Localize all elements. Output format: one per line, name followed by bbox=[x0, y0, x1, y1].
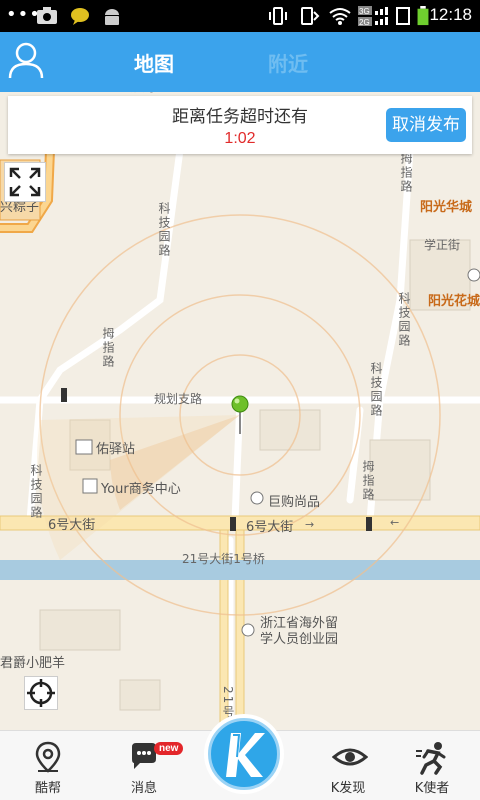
k-logo-glyph bbox=[226, 733, 265, 777]
map-label-road: 拇指路 bbox=[399, 152, 413, 194]
map-pin-icon bbox=[35, 741, 61, 773]
expand-icon bbox=[9, 167, 41, 197]
runner-icon bbox=[416, 742, 446, 775]
cancel-publish-button[interactable]: 取消发布 bbox=[386, 108, 466, 142]
map-label-poi: 阳光花城 bbox=[428, 294, 480, 309]
map-label-road: 规划支路 bbox=[154, 392, 203, 406]
nav-item-kubang[interactable]: 酷帮 bbox=[8, 731, 88, 800]
chat-bubble-icon bbox=[71, 8, 89, 25]
nav-label: K使者 bbox=[414, 781, 450, 796]
map-label-road: 拇指路 bbox=[361, 460, 375, 502]
crosshair-icon bbox=[27, 679, 55, 707]
wifi-icon bbox=[329, 8, 351, 25]
map-label-road: 拇指路 bbox=[101, 327, 115, 369]
nav-item-discover[interactable]: K发现 bbox=[308, 731, 388, 800]
map-view[interactable]: → ← 规划 科技园路 拇指路 拇指路 科技园路 科技园路 拇指路 科技园路 规… bbox=[0, 92, 480, 730]
signal-3g-icon: 3G2G bbox=[358, 6, 388, 26]
tab-nearby[interactable]: 附近 bbox=[268, 48, 308, 77]
profile-icon[interactable] bbox=[8, 40, 44, 80]
map-label-poi: 阳光华城 bbox=[420, 200, 473, 215]
fullscreen-button[interactable] bbox=[4, 162, 46, 202]
tab-map[interactable]: 地图 bbox=[134, 48, 174, 77]
map-label-bridge: 21号大街1号桥 bbox=[182, 552, 265, 566]
nav-label: 消息 bbox=[130, 781, 157, 796]
task-timeout-panel: 距离任务超时还有 1:02 取消发布 bbox=[8, 96, 472, 154]
map-label-road: 6号大街 bbox=[246, 520, 294, 535]
svg-text:←: ← bbox=[390, 516, 399, 529]
map-label-poi: 君爵小肥羊 bbox=[0, 656, 66, 671]
map-label-poi: Your商务中心 bbox=[101, 482, 181, 497]
map-label-poi: 巨购尚品 bbox=[268, 495, 321, 510]
eye-icon bbox=[332, 748, 368, 766]
svg-text:→: → bbox=[305, 518, 314, 531]
sim-icon bbox=[396, 7, 410, 25]
bluetooth-icon bbox=[301, 7, 320, 25]
nav-label: K发现 bbox=[330, 781, 366, 796]
map-label-poi: 学人员创业园 bbox=[260, 632, 339, 647]
app-header: 地图 附近 bbox=[0, 32, 480, 92]
nav-item-messenger[interactable]: K使者 bbox=[392, 731, 472, 800]
map-label-road: 科技园路 bbox=[157, 202, 171, 258]
nav-label: 酷帮 bbox=[34, 781, 61, 796]
locate-button[interactable] bbox=[24, 676, 58, 710]
clock: 12:18 bbox=[429, 5, 472, 24]
svg-text:2G: 2G bbox=[359, 18, 370, 26]
map-label-poi: 佑驿站 bbox=[96, 442, 136, 457]
svg-text:3G: 3G bbox=[359, 7, 370, 16]
center-k-button[interactable] bbox=[204, 714, 284, 794]
map-label-road: 6号大街 bbox=[48, 518, 96, 533]
new-badge: new bbox=[154, 742, 184, 755]
map-label-road: 科技园路 bbox=[29, 464, 43, 520]
battery-icon bbox=[417, 6, 429, 26]
map-label-road: 科技园路 bbox=[369, 362, 383, 418]
map-label-road: 科技园路 bbox=[397, 292, 411, 348]
android-icon bbox=[105, 9, 119, 25]
map-label-top: 规划 bbox=[130, 92, 154, 95]
status-bar: ••• 3G 2G 12:18 bbox=[0, 0, 480, 32]
map-label-road: 学正街 bbox=[424, 238, 461, 252]
camera-icon bbox=[37, 7, 57, 24]
k-logo-icon bbox=[208, 718, 280, 790]
vibrate-icon bbox=[269, 7, 287, 25]
